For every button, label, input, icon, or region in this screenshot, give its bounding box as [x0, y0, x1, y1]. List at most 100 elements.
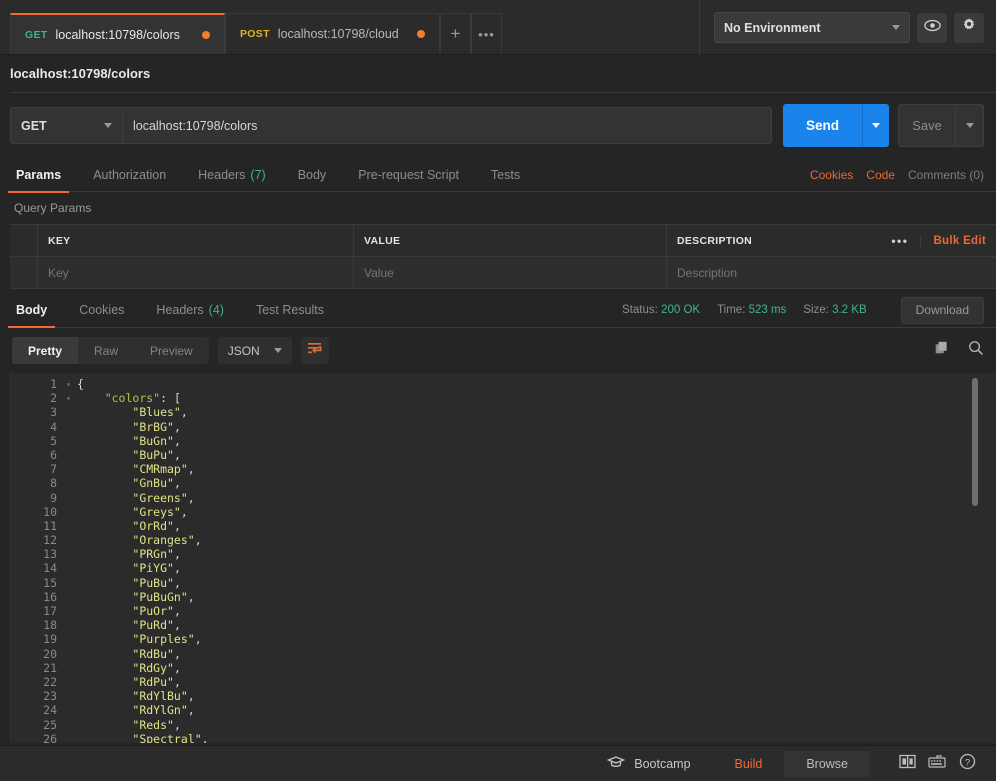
copy-button[interactable]	[935, 341, 950, 361]
line-number: 6	[50, 447, 57, 462]
save-options-button[interactable]	[956, 104, 984, 147]
code-line: "Oranges",	[77, 533, 996, 547]
response-body-code-viewer[interactable]: 1 ▾ 2 ▾ 3 4 5 6 7 8 9 10 11 12 13 14 15 16 17 18 19 20 21 22 23 2…	[10, 373, 996, 743]
view-mode-segmented-control: Pretty Raw Preview	[12, 337, 209, 364]
code-line: "PuRd",	[77, 618, 996, 632]
more-tabs-button[interactable]: •••	[471, 13, 502, 54]
param-value-input[interactable]: Value	[354, 257, 667, 288]
view-mode-preview[interactable]: Preview	[134, 337, 209, 364]
line-number: 1 ▾	[50, 377, 71, 391]
url-input[interactable]: localhost:10798/colors	[123, 107, 772, 144]
request-tab-cloud[interactable]: POST localhost:10798/cloud	[225, 13, 440, 54]
help-button[interactable]: ?	[952, 751, 982, 777]
fold-toggle-icon[interactable]: ▾	[66, 378, 71, 392]
download-button[interactable]: Download	[900, 296, 984, 324]
code-token-str: "Greys"	[132, 504, 181, 519]
keyboard-shortcuts-button[interactable]	[922, 751, 952, 777]
mode-browse[interactable]: Browse	[784, 751, 870, 777]
line-number: 8	[50, 476, 57, 491]
code-token-str: "PRGn"	[132, 547, 174, 562]
code-token-str: "Oranges"	[132, 533, 195, 548]
tab-tests[interactable]: Tests	[475, 158, 536, 192]
size-value: 3.2 KB	[832, 304, 867, 316]
code-token-punct: ,	[194, 632, 202, 647]
bootcamp-button[interactable]: Bootcamp	[606, 755, 691, 772]
tab-authorization[interactable]: Authorization	[77, 158, 182, 192]
code-line: "BuGn",	[77, 434, 996, 448]
send-options-button[interactable]	[862, 104, 889, 147]
param-key-input[interactable]: Key	[38, 257, 354, 288]
wrap-lines-button[interactable]	[300, 337, 329, 364]
code-scroll: 1 ▾ 2 ▾ 3 4 5 6 7 8 9 10 11 12 13 14 15 16 17 18 19 20 21 22 23 2…	[11, 373, 996, 743]
send-button[interactable]: Send	[783, 104, 862, 147]
chevron-down-icon	[892, 25, 900, 30]
send-group: Send	[783, 104, 889, 147]
bulk-edit-button[interactable]: Bulk Edit	[920, 234, 986, 247]
code-line: "OrRd",	[77, 519, 996, 533]
code-token-str: "Spectral"	[132, 731, 202, 743]
svg-text:?: ?	[964, 757, 969, 768]
environment-quick-look-button[interactable]	[917, 12, 947, 43]
cookies-link[interactable]: Cookies	[810, 168, 853, 182]
line-number: 15	[43, 575, 57, 590]
response-meta: Status: 200 OK Time: 523 ms Size: 3.2 KB…	[622, 296, 984, 324]
tab-label: Pre-request Script	[358, 167, 459, 182]
code-token-str: "PuBu"	[132, 575, 174, 590]
line-number: 10	[43, 504, 57, 519]
graduation-cap-icon	[606, 755, 626, 772]
code-line: "RdBu",	[77, 647, 996, 661]
code-token-str: "RdGy"	[132, 660, 174, 675]
view-mode-raw[interactable]: Raw	[78, 337, 134, 364]
tab-pre-request-script[interactable]: Pre-request Script	[342, 158, 475, 192]
code-token-punct: ,	[173, 447, 181, 462]
code-line: "GnBu",	[77, 476, 996, 490]
response-tab-body[interactable]: Body	[0, 293, 63, 328]
vertical-scrollbar[interactable]	[972, 378, 978, 506]
code-token-punct: ,	[187, 689, 195, 704]
layout-toggle-button[interactable]	[892, 751, 922, 777]
chevron-down-icon	[965, 123, 974, 128]
new-tab-button[interactable]: +	[440, 13, 471, 54]
tab-body[interactable]: Body	[282, 158, 343, 192]
column-header-description-label: DESCRIPTION	[677, 234, 753, 247]
settings-button[interactable]	[954, 12, 984, 43]
tab-label: Headers	[198, 167, 246, 182]
fold-toggle-icon[interactable]: ▾	[66, 392, 71, 406]
chevron-down-icon	[273, 348, 282, 353]
tab-headers[interactable]: Headers (7)	[182, 158, 282, 192]
response-tab-test-results[interactable]: Test Results	[240, 293, 340, 327]
code-token-punct: ,	[173, 419, 181, 434]
code-token-str: "CMRmap"	[132, 462, 188, 477]
environment-select-label: No Environment	[724, 20, 821, 35]
save-group: Save	[898, 104, 984, 147]
response-tab-cookies[interactable]: Cookies	[63, 293, 140, 327]
code-token-str: "RdPu"	[132, 674, 174, 689]
table-options-button[interactable]: •••	[879, 234, 920, 248]
search-icon	[968, 341, 984, 360]
method-select[interactable]: GET	[10, 107, 123, 144]
environment-select[interactable]: No Environment	[714, 12, 910, 43]
response-tab-headers[interactable]: Headers (4)	[140, 293, 240, 327]
tab-params[interactable]: Params	[0, 158, 77, 193]
line-number: 23	[43, 689, 57, 704]
line-number: 13	[43, 547, 57, 562]
param-description-input[interactable]: Description	[667, 257, 996, 288]
response-format-select[interactable]: JSON	[217, 337, 292, 364]
line-number: 2 ▾	[50, 391, 71, 406]
view-mode-pretty[interactable]: Pretty	[12, 337, 79, 364]
comments-link[interactable]: Comments (0)	[908, 168, 984, 182]
code-token-punct: ,	[173, 561, 181, 576]
code-token-punct: ,	[187, 703, 195, 718]
tab-count: (4)	[208, 303, 224, 317]
copy-icon	[935, 341, 950, 360]
code-token-punct: ,	[180, 405, 188, 420]
url-bar: GET localhost:10798/colors Send Save	[0, 93, 996, 158]
code-content[interactable]: { "colors": [ "Blues", "BrBG", "BuGn", "…	[63, 377, 996, 743]
line-number: 11	[43, 518, 57, 533]
time-meta: Time: 523 ms	[717, 304, 786, 316]
request-tab-colors[interactable]: GET localhost:10798/colors	[10, 13, 225, 54]
mode-build[interactable]: Build	[712, 750, 785, 777]
search-button[interactable]	[968, 340, 984, 361]
save-button[interactable]: Save	[898, 104, 956, 147]
code-link[interactable]: Code	[866, 168, 895, 182]
